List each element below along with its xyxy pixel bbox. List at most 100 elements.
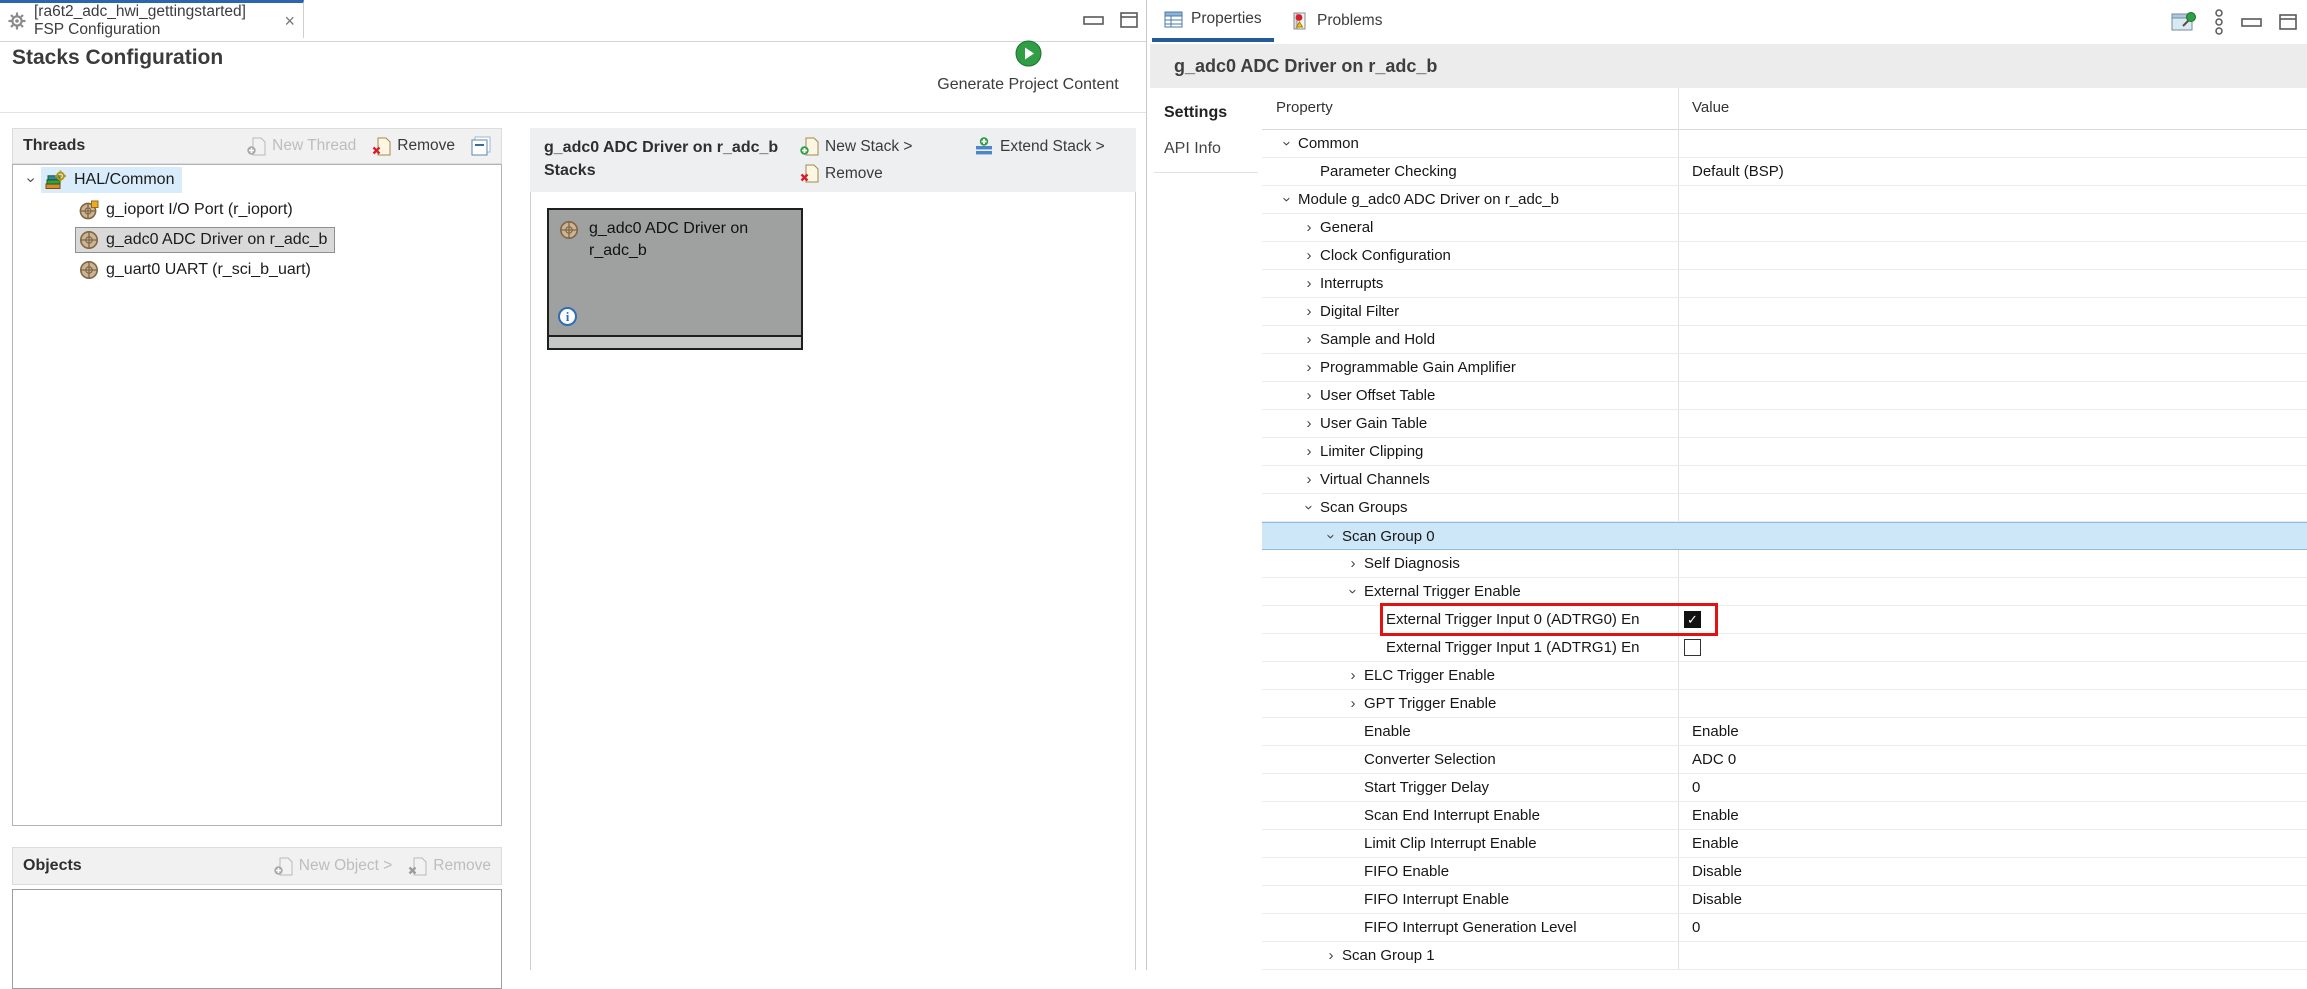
tab-properties[interactable]: Properties bbox=[1152, 0, 1274, 42]
expand-expander-icon[interactable]: › bbox=[1298, 415, 1320, 432]
stacks-panel-header: g_adc0 ADC Driver on r_adc_b Stacks New … bbox=[530, 128, 1136, 192]
objects-list bbox=[12, 889, 502, 989]
close-icon[interactable]: × bbox=[284, 12, 295, 30]
property-row-fifo-interrupt-generation-level[interactable]: FIFO Interrupt Generation Level0 bbox=[1262, 914, 2307, 942]
property-row-fifo-enable[interactable]: FIFO EnableDisable bbox=[1262, 858, 2307, 886]
expand-expander-icon[interactable]: › bbox=[1342, 667, 1364, 684]
tab-problems[interactable]: Problems bbox=[1278, 0, 1394, 42]
property-row-external-trigger-input-1-adtrg1-en[interactable]: External Trigger Input 1 (ADTRG1) En bbox=[1262, 634, 2307, 662]
property-row-general[interactable]: ›General bbox=[1262, 214, 2307, 242]
property-row-enable[interactable]: EnableEnable bbox=[1262, 718, 2307, 746]
info-icon[interactable]: i bbox=[558, 307, 577, 326]
property-row-module-g-adc0-adc-driver-on-r-adc-b[interactable]: ›Module g_adc0 ADC Driver on r_adc_b bbox=[1262, 186, 2307, 214]
side-tab-settings[interactable]: Settings bbox=[1150, 104, 1260, 122]
property-row-gpt-trigger-enable[interactable]: ›GPT Trigger Enable bbox=[1262, 690, 2307, 718]
side-tab-api-info[interactable]: API Info bbox=[1150, 140, 1260, 158]
collapse-expander-icon[interactable]: › bbox=[1345, 581, 1362, 603]
tree-item-content[interactable]: g_uart0 UART (r_sci_b_uart) bbox=[75, 257, 319, 283]
expand-expander-icon[interactable]: › bbox=[1298, 331, 1320, 348]
property-value[interactable]: 0 bbox=[1692, 779, 1700, 796]
property-row-virtual-channels[interactable]: ›Virtual Channels bbox=[1262, 466, 2307, 494]
properties-table-header: Property Value bbox=[1262, 88, 2307, 130]
property-row-digital-filter[interactable]: ›Digital Filter bbox=[1262, 298, 2307, 326]
new-object-button[interactable]: New Object > bbox=[274, 857, 392, 876]
property-value[interactable]: Disable bbox=[1692, 891, 1742, 908]
new-stack-button[interactable]: New Stack > bbox=[800, 137, 912, 156]
property-row-scan-end-interrupt-enable[interactable]: Scan End Interrupt EnableEnable bbox=[1262, 802, 2307, 830]
property-row-fifo-interrupt-enable[interactable]: FIFO Interrupt EnableDisable bbox=[1262, 886, 2307, 914]
property-value[interactable]: Enable bbox=[1692, 807, 1739, 824]
minimize-icon[interactable] bbox=[1083, 13, 1104, 27]
property-row-programmable-gain-amplifier[interactable]: ›Programmable Gain Amplifier bbox=[1262, 354, 2307, 382]
module-icon bbox=[559, 220, 579, 240]
property-row-clock-configuration[interactable]: ›Clock Configuration bbox=[1262, 242, 2307, 270]
property-row-scan-group-0[interactable]: ›Scan Group 0 bbox=[1262, 522, 2307, 550]
collapse-panel-icon[interactable] bbox=[471, 136, 491, 156]
tree-item-content[interactable]: g_adc0 ADC Driver on r_adc_b bbox=[75, 227, 335, 253]
new-thread-button[interactable]: New Thread bbox=[247, 137, 356, 156]
property-row-user-offset-table[interactable]: ›User Offset Table bbox=[1262, 382, 2307, 410]
stack-card-g-adc0[interactable]: g_adc0 ADC Driver on r_adc_b i bbox=[547, 208, 803, 350]
property-row-elc-trigger-enable[interactable]: ›ELC Trigger Enable bbox=[1262, 662, 2307, 690]
column-header-property[interactable]: Property bbox=[1276, 99, 1333, 116]
tree-item-content[interactable]: g_ioport I/O Port (r_ioport) bbox=[75, 197, 301, 223]
property-label: Scan Group 0 bbox=[1342, 528, 1435, 545]
expand-expander-icon[interactable]: › bbox=[1320, 947, 1342, 964]
property-row-parameter-checking[interactable]: Parameter CheckingDefault (BSP) bbox=[1262, 158, 2307, 186]
property-value[interactable]: Default (BSP) bbox=[1692, 163, 1784, 180]
property-value[interactable]: Enable bbox=[1692, 723, 1739, 740]
tree-item-g_adc0[interactable]: g_adc0 ADC Driver on r_adc_b bbox=[13, 225, 501, 255]
maximize-icon[interactable] bbox=[1120, 12, 1138, 28]
new-doc-icon bbox=[247, 137, 266, 156]
view-menu-icon[interactable] bbox=[2214, 9, 2224, 35]
collapse-expander-icon[interactable]: › bbox=[1301, 497, 1318, 519]
collapse-expander-icon[interactable]: › bbox=[1279, 133, 1296, 155]
tree-item-g_ioport[interactable]: g_ioport I/O Port (r_ioport) bbox=[13, 195, 501, 225]
expand-expander-icon[interactable]: › bbox=[1298, 303, 1320, 320]
expand-expander-icon[interactable]: › bbox=[1298, 219, 1320, 236]
collapse-expander-icon[interactable]: › bbox=[1323, 525, 1340, 547]
expand-expander-icon[interactable]: › bbox=[1298, 247, 1320, 264]
expand-expander-icon[interactable]: › bbox=[1298, 275, 1320, 292]
property-row-scan-groups[interactable]: ›Scan Groups bbox=[1262, 494, 2307, 522]
property-value[interactable]: 0 bbox=[1692, 919, 1700, 936]
property-row-limit-clip-interrupt-enable[interactable]: Limit Clip Interrupt EnableEnable bbox=[1262, 830, 2307, 858]
property-row-user-gain-table[interactable]: ›User Gain Table bbox=[1262, 410, 2307, 438]
expand-expander-icon[interactable]: › bbox=[1298, 359, 1320, 376]
expand-expander-icon[interactable]: › bbox=[1298, 471, 1320, 488]
remove-thread-button[interactable]: Remove bbox=[372, 137, 455, 156]
property-row-sample-and-hold[interactable]: ›Sample and Hold bbox=[1262, 326, 2307, 354]
expander-icon[interactable]: › bbox=[21, 171, 41, 189]
expand-expander-icon[interactable]: › bbox=[1342, 555, 1364, 572]
tree-item-content[interactable]: HAL/Common bbox=[41, 167, 182, 193]
property-row-external-trigger-input-0-adtrg0-en[interactable]: External Trigger Input 0 (ADTRG0) En✓ bbox=[1262, 606, 2307, 634]
minimize-icon[interactable] bbox=[2241, 15, 2262, 29]
property-row-common[interactable]: ›Common bbox=[1262, 130, 2307, 158]
editor-tab-fsp-configuration[interactable]: [ra6t2_adc_hwi_gettingstarted] FSP Confi… bbox=[0, 0, 304, 38]
property-row-external-trigger-enable[interactable]: ›External Trigger Enable bbox=[1262, 578, 2307, 606]
property-row-self-diagnosis[interactable]: ›Self Diagnosis bbox=[1262, 550, 2307, 578]
property-value[interactable]: ADC 0 bbox=[1692, 751, 1736, 768]
remove-object-button[interactable]: Remove bbox=[408, 857, 491, 876]
expand-expander-icon[interactable]: › bbox=[1298, 387, 1320, 404]
tree-item-hal-common[interactable]: ›HAL/Common bbox=[13, 165, 501, 195]
expand-expander-icon[interactable]: › bbox=[1298, 443, 1320, 460]
property-row-limiter-clipping[interactable]: ›Limiter Clipping bbox=[1262, 438, 2307, 466]
property-value[interactable]: Disable bbox=[1692, 863, 1742, 880]
tree-item-g_uart0[interactable]: g_uart0 UART (r_sci_b_uart) bbox=[13, 255, 501, 285]
collapse-expander-icon[interactable]: › bbox=[1279, 189, 1296, 211]
property-row-converter-selection[interactable]: Converter SelectionADC 0 bbox=[1262, 746, 2307, 774]
checkbox-checked[interactable]: ✓ bbox=[1684, 611, 1701, 628]
pin-editor-icon[interactable] bbox=[2171, 10, 2197, 34]
generate-project-content-button[interactable]: Generate Project Content bbox=[922, 40, 1134, 94]
maximize-icon[interactable] bbox=[2279, 14, 2297, 30]
property-row-interrupts[interactable]: ›Interrupts bbox=[1262, 270, 2307, 298]
expand-expander-icon[interactable]: › bbox=[1342, 695, 1364, 712]
column-header-value[interactable]: Value bbox=[1692, 99, 1729, 116]
property-row-start-trigger-delay[interactable]: Start Trigger Delay0 bbox=[1262, 774, 2307, 802]
remove-stack-button[interactable]: Remove bbox=[800, 164, 883, 183]
extend-stack-button[interactable]: Extend Stack > bbox=[974, 137, 1105, 156]
checkbox-unchecked[interactable] bbox=[1684, 639, 1701, 656]
property-value[interactable]: Enable bbox=[1692, 835, 1739, 852]
property-row-scan-group-1[interactable]: ›Scan Group 1 bbox=[1262, 942, 2307, 970]
